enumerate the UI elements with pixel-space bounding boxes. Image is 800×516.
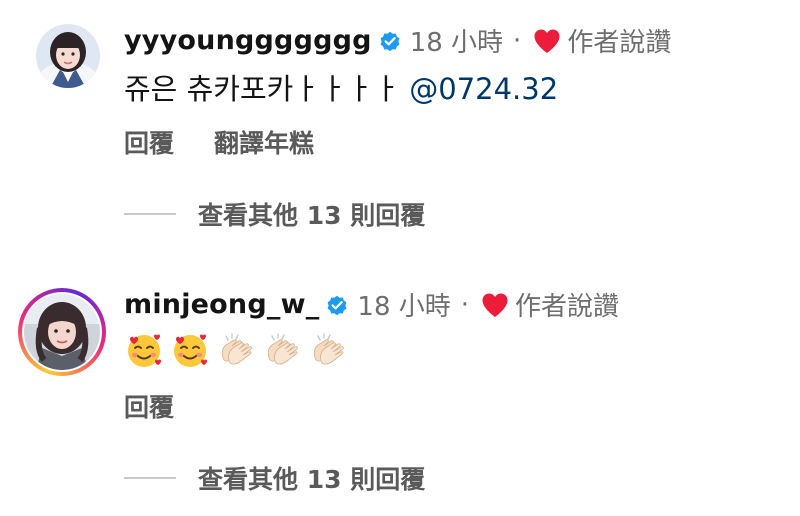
clapping-hands-icon [221,333,252,365]
username[interactable]: yyyounggggggg [124,25,372,56]
avatar[interactable] [24,294,100,370]
view-replies-button[interactable]: 查看其他 13 則回覆 [124,196,425,232]
separator-dot: · [513,25,522,56]
comment-actions: 回覆 [124,388,214,424]
smiling-face-with-hearts-icon [174,334,207,367]
clapping-hands-icon [313,333,344,365]
comment-header: yyyounggggggg 18 小時 · 作者說讚 [124,22,671,59]
comment-header: minjeong_w_ 18 小時 · 作者說讚 [124,286,619,323]
avatar-image [24,294,100,370]
view-replies-label: 查看其他 13 則回覆 [198,465,426,494]
view-replies-button[interactable]: 查看其他 13 則回覆 [124,460,425,496]
view-replies-label: 查看其他 13 則回覆 [198,201,426,230]
comment-actions: 回覆 翻譯年糕 [124,124,354,160]
timestamp: 18 小時 [409,28,504,58]
heart-icon [534,29,560,53]
comment-1: yyyounggggggg 18 小時 · 作者說讚 쥬은 츄카포카ㅏㅏㅏㅏ @… [0,0,800,258]
comment-body: 쥬은 츄카포카ㅏㅏㅏㅏ [124,72,410,106]
smiling-face-with-hearts-icon [128,334,161,367]
timestamp: 18 小時 [357,292,451,322]
clapping-hands-icon [267,333,298,365]
comment-text [124,330,354,370]
verified-badge-icon [380,31,400,51]
username[interactable]: minjeong_w_ [124,289,319,320]
mention-link[interactable]: @0724.32 [409,72,558,106]
translate-button[interactable]: 翻譯年糕 [214,124,314,160]
verified-badge-icon [328,295,347,315]
avatar-image [36,24,100,88]
replies-divider-line [124,213,176,215]
liked-by-author: 作者說讚 [567,28,672,58]
replies-divider-line [124,477,176,479]
reply-button[interactable]: 回覆 [124,388,174,424]
comment-2: minjeong_w_ 18 小時 · 作者說讚 回覆 查看其他 13 則回覆 [0,258,800,516]
separator-dot: · [460,289,470,320]
avatar[interactable] [36,24,100,88]
liked-by-author: 作者說讚 [515,292,620,322]
reply-button[interactable]: 回覆 [124,124,174,160]
comment-text: 쥬은 츄카포카ㅏㅏㅏㅏ @0724.32 [124,66,558,108]
heart-icon [482,293,508,317]
